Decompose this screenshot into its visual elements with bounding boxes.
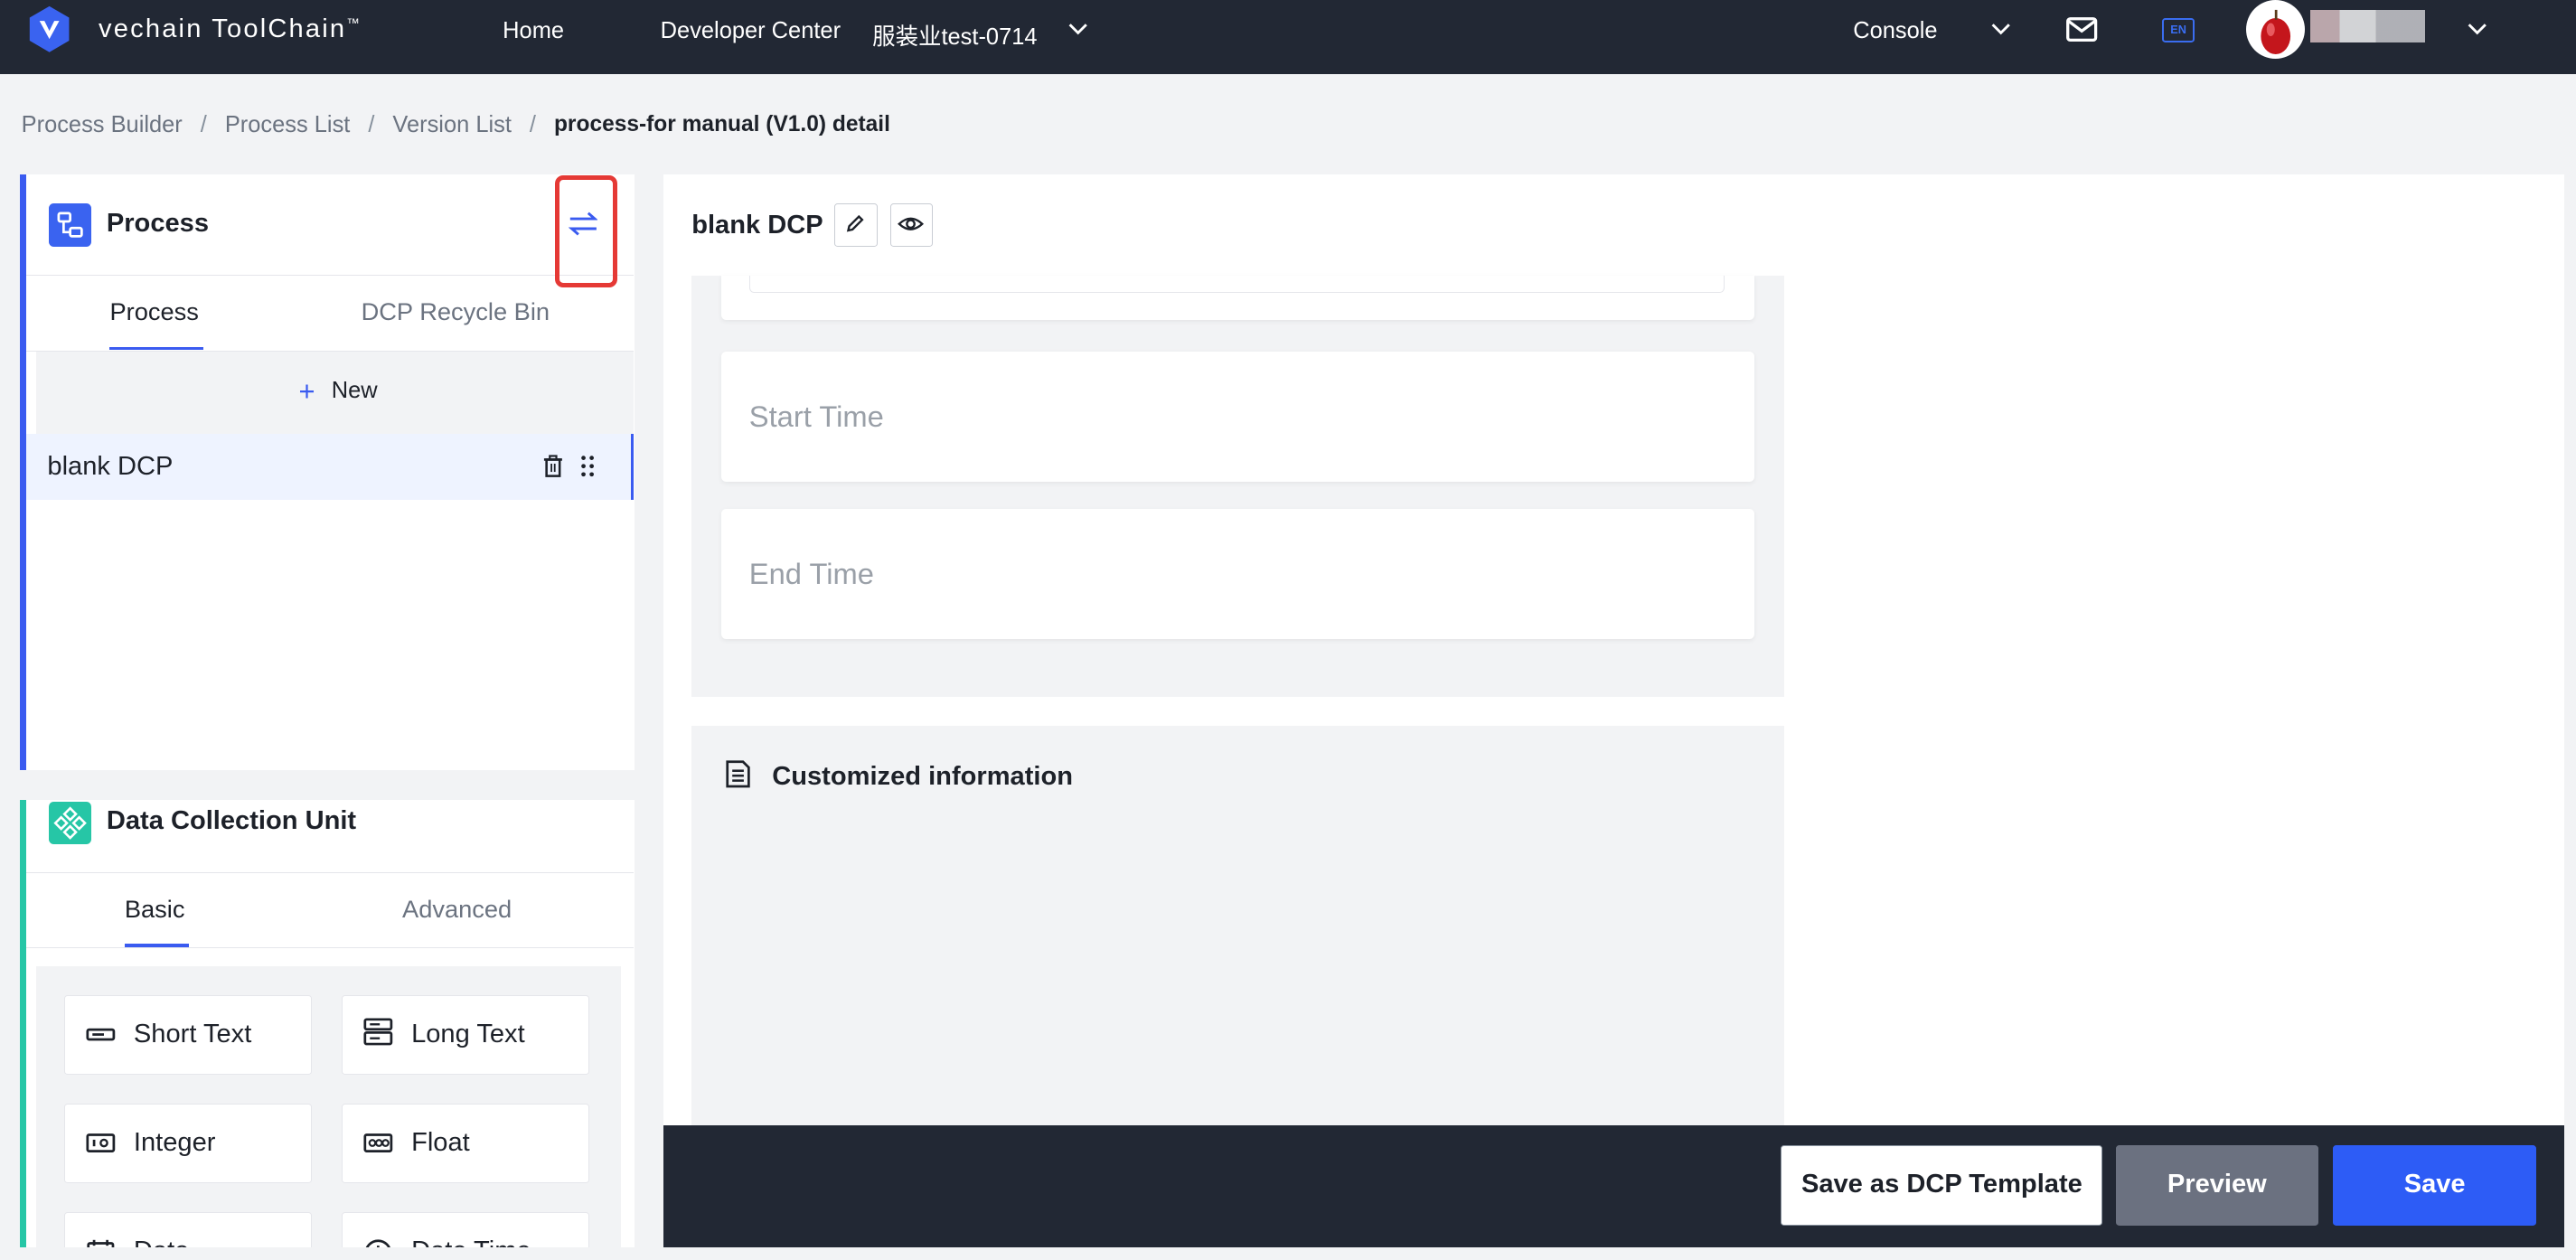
fields-area: Start Time End Time (691, 276, 1784, 697)
language-switch-icon[interactable]: EN (2161, 17, 2195, 43)
component-float[interactable]: Float (341, 1104, 590, 1183)
mail-icon[interactable] (2065, 16, 2098, 42)
new-dcp-row: + New (35, 351, 635, 434)
clock-icon (366, 1238, 391, 1247)
user-name-redacted[interactable] (2309, 9, 2425, 43)
customized-information-section: Customized information (691, 726, 1784, 1144)
component-label: Date (134, 1236, 189, 1247)
field-input-partial[interactable] (748, 276, 1725, 293)
short-text-icon (86, 1028, 116, 1041)
data-collection-unit-panel: Data Collection Unit Basic Advanced Shor… (19, 800, 635, 1247)
pencil-icon (847, 215, 864, 232)
section-title: Customized information (772, 762, 1074, 792)
component-palette: Short Text Long Text Integer Float (35, 965, 621, 1247)
console-menu[interactable]: Console (1853, 18, 1937, 44)
dcp-editor: blank DCP Start Time End Time Customized… (663, 174, 2565, 1144)
document-icon (725, 760, 750, 788)
field-card-partial[interactable] (720, 276, 1755, 321)
breadcrumb-separator: / (200, 111, 207, 137)
field-card-end-time[interactable]: End Time (720, 509, 1755, 640)
breadcrumb-separator: / (368, 111, 375, 137)
tab-basic[interactable]: Basic (125, 895, 185, 924)
breadcrumb-version-list[interactable]: Version List (392, 112, 512, 138)
float-icon (363, 1133, 393, 1152)
breadcrumb: Process Builder / Process List / Version… (22, 112, 890, 138)
preview-dcp-button[interactable] (890, 203, 934, 247)
new-dcp-button[interactable]: + New (298, 374, 378, 407)
component-label: Integer (133, 1127, 216, 1157)
breadcrumb-process-builder[interactable]: Process Builder (22, 112, 183, 138)
component-date[interactable]: Date (63, 1212, 313, 1247)
action-footer: Save as DCP Template Preview Save (663, 1125, 2565, 1247)
breadcrumb-current: process-for manual (V1.0) detail (553, 112, 890, 137)
apple-avatar-icon (2261, 9, 2290, 54)
calendar-icon (87, 1239, 115, 1247)
chevron-down-icon[interactable] (1989, 18, 2012, 41)
list-item[interactable]: blank DCP (25, 433, 635, 500)
process-panel: Process Process DCP Recycle Bin + New bl… (19, 174, 635, 771)
tab-advanced[interactable]: Advanced (402, 895, 512, 924)
process-panel-title: Process (106, 208, 210, 238)
field-label: End Time (748, 557, 874, 591)
eye-icon (898, 218, 925, 231)
process-tabs: Process DCP Recycle Bin (25, 276, 635, 352)
dcu-panel-title: Data Collection Unit (106, 806, 357, 836)
trash-icon[interactable] (543, 455, 563, 478)
vechain-logo-icon[interactable] (28, 5, 71, 54)
top-navigation-bar: vechain ToolChain™ Home Developer Center… (0, 0, 2576, 74)
breadcrumb-separator: / (529, 111, 536, 137)
component-label: Short Text (133, 1019, 252, 1048)
field-card-start-time[interactable]: Start Time (720, 351, 1755, 482)
new-dcp-label: New (331, 378, 378, 404)
nav-home-link[interactable]: Home (503, 18, 564, 44)
plus-icon: + (298, 374, 315, 407)
save-button[interactable]: Save (2332, 1144, 2537, 1226)
component-label: Date Time (411, 1236, 531, 1247)
avatar[interactable] (2245, 0, 2306, 60)
component-short-text[interactable]: Short Text (63, 995, 313, 1075)
chevron-down-icon[interactable] (1067, 18, 1089, 41)
field-label: Start Time (748, 399, 884, 433)
brand-name[interactable]: vechain ToolChain™ (99, 14, 362, 44)
switch-arrows-icon[interactable] (568, 211, 598, 237)
active-tab-indicator (109, 346, 204, 351)
component-label: Long Text (411, 1019, 525, 1048)
process-panel-header: Process (25, 174, 635, 288)
component-long-text[interactable]: Long Text (341, 995, 590, 1075)
process-flow-icon (49, 203, 92, 247)
dcp-item-label: blank DCP (47, 451, 174, 481)
workspace-selector[interactable]: 服装业test-0714 (872, 18, 1037, 52)
dcu-tabs: Basic Advanced (25, 872, 635, 948)
long-text-icon (363, 1018, 393, 1046)
component-integer[interactable]: Integer (63, 1104, 313, 1183)
chevron-down-icon[interactable] (2466, 18, 2488, 41)
component-label: Float (411, 1127, 470, 1157)
drag-handle-icon[interactable] (579, 455, 596, 477)
tab-process[interactable]: Process (109, 297, 198, 326)
component-date-time[interactable]: Date Time (341, 1212, 590, 1247)
preview-button[interactable]: Preview (2116, 1144, 2318, 1226)
integer-icon (86, 1133, 116, 1152)
save-as-template-button[interactable]: Save as DCP Template (1781, 1144, 2103, 1226)
active-tab-indicator (124, 944, 189, 947)
nav-developer-center-link[interactable]: Developer Center (661, 18, 841, 44)
edit-title-button[interactable] (834, 203, 878, 247)
dcp-title: blank DCP (691, 210, 823, 240)
breadcrumb-process-list[interactable]: Process List (225, 112, 351, 138)
tab-dcp-recycle-bin[interactable]: DCP Recycle Bin (362, 297, 550, 326)
data-unit-icon (49, 801, 92, 845)
